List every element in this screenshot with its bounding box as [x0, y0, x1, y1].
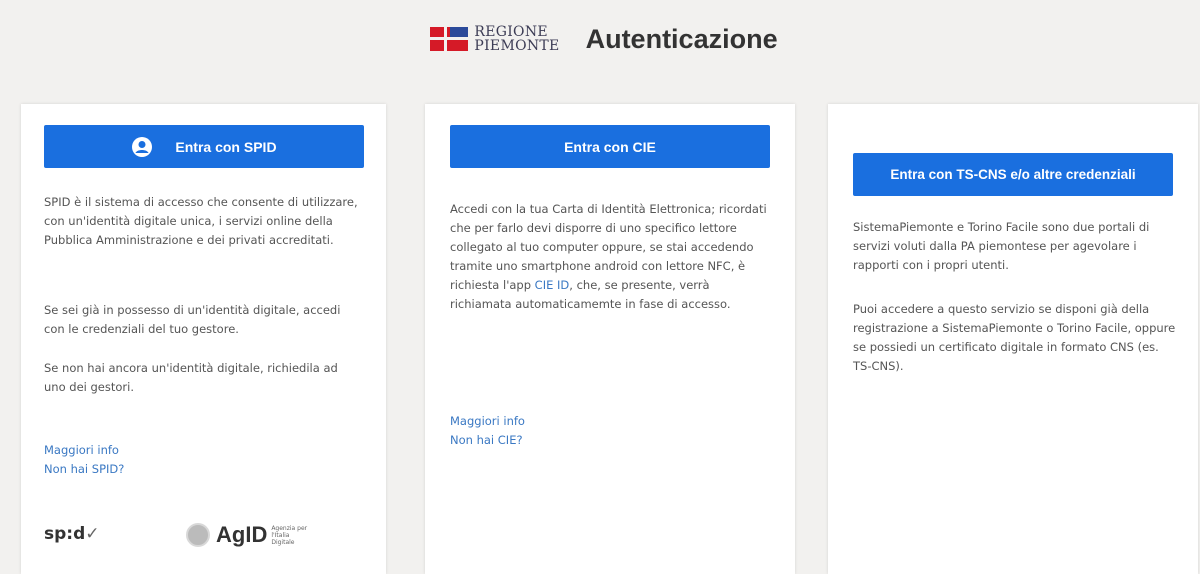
spid-card: Entra con SPID SPID è il sistema di acce…	[21, 104, 386, 574]
spid-no-spid-link[interactable]: Non hai SPID?	[44, 460, 124, 479]
cie-card: Entra con CIE Accedi con la tua Carta di…	[425, 104, 795, 574]
spid-has-identity-text: Se sei già in possesso di un'identità di…	[44, 303, 341, 336]
user-circle-icon	[132, 136, 153, 157]
cie-no-cie-link[interactable]: Non hai CIE?	[450, 431, 525, 450]
cie-description: Accedi con la tua Carta di Identità Elet…	[450, 200, 770, 314]
cie-login-button[interactable]: Entra con CIE	[450, 125, 770, 168]
logo-line2: PIEMONTE	[474, 38, 560, 54]
ts-cns-card: Entra con TS-CNS e/o altre credenziali S…	[828, 104, 1198, 574]
spid-logo: sp:d✓	[44, 524, 100, 544]
spid-logo-text: sp:d	[44, 524, 86, 544]
regione-flag-icon	[430, 27, 469, 51]
agid-emblem-icon	[186, 523, 210, 547]
agid-logo-text: AgID	[216, 522, 268, 547]
ts-cns-description: SistemaPiemonte e Torino Facile sono due…	[853, 220, 1150, 272]
spid-logo-tick: ✓	[85, 524, 100, 544]
spid-description: SPID è il sistema di accesso che consent…	[44, 195, 358, 247]
spid-login-button[interactable]: Entra con SPID	[44, 125, 364, 168]
ts-cns-login-button[interactable]: Entra con TS-CNS e/o altre credenziali	[853, 153, 1173, 196]
agid-logo-subtitle: Agenzia per l'Italia Digitale	[271, 524, 308, 546]
spid-no-identity-text: Se non hai ancora un'identità digitale, …	[44, 361, 338, 394]
agid-logo: AgID Agenzia per l'Italia Digitale	[186, 522, 311, 548]
spid-button-label: Entra con SPID	[175, 138, 277, 155]
ts-cns-access-text: Puoi accedere a questo servizio se dispo…	[853, 302, 1176, 373]
spid-more-info-link[interactable]: Maggiori info	[44, 441, 124, 460]
cie-id-app-link[interactable]: CIE ID	[535, 278, 570, 292]
regione-piemonte-logo: REGIONE PIEMONTE	[430, 25, 559, 53]
page-title: Autenticazione	[585, 23, 778, 54]
logo-line1: REGIONE	[474, 24, 548, 40]
page-header: REGIONE PIEMONTE Autenticazione	[0, 0, 1200, 78]
ts-cns-button-label: Entra con TS-CNS e/o altre credenziali	[890, 167, 1136, 182]
cie-button-label: Entra con CIE	[564, 138, 656, 155]
cie-more-info-link[interactable]: Maggiori info	[450, 412, 525, 431]
